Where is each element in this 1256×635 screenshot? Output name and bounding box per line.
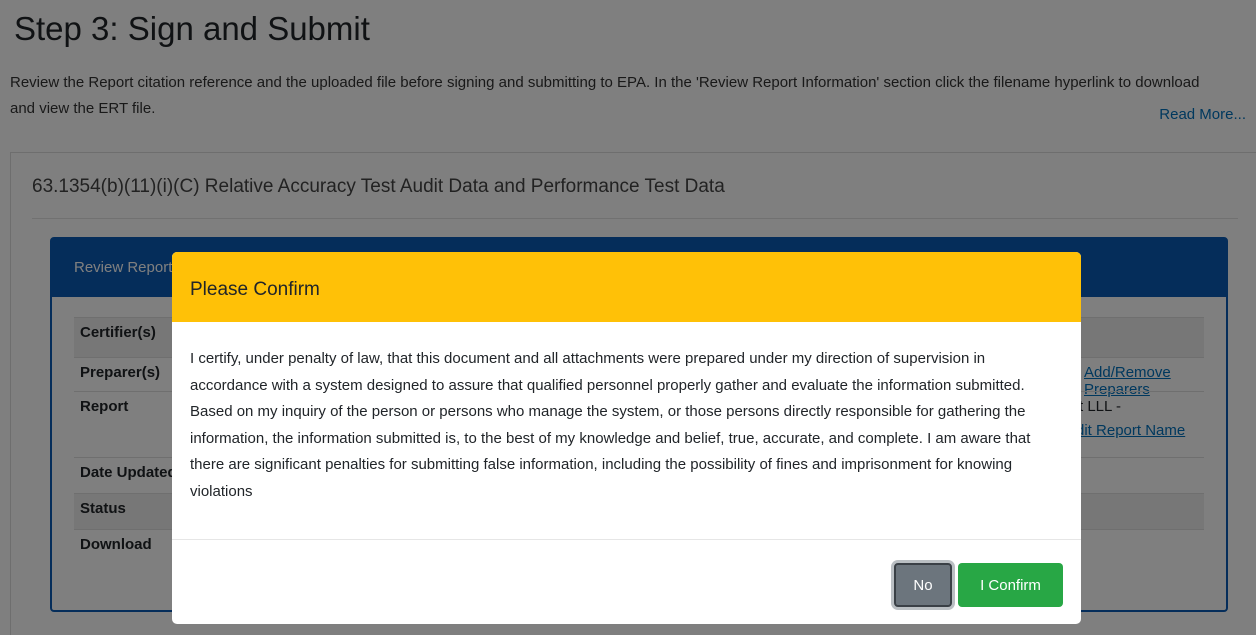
- dialog-header: Please Confirm: [172, 252, 1081, 322]
- confirm-dialog: Please Confirm I certify, under penalty …: [172, 252, 1081, 624]
- confirm-button[interactable]: I Confirm: [958, 563, 1063, 607]
- dialog-title: Please Confirm: [190, 279, 320, 300]
- dialog-footer: No I Confirm: [894, 563, 1063, 607]
- no-button[interactable]: No: [894, 563, 952, 607]
- dialog-body: I certify, under penalty of law, that th…: [172, 322, 1081, 540]
